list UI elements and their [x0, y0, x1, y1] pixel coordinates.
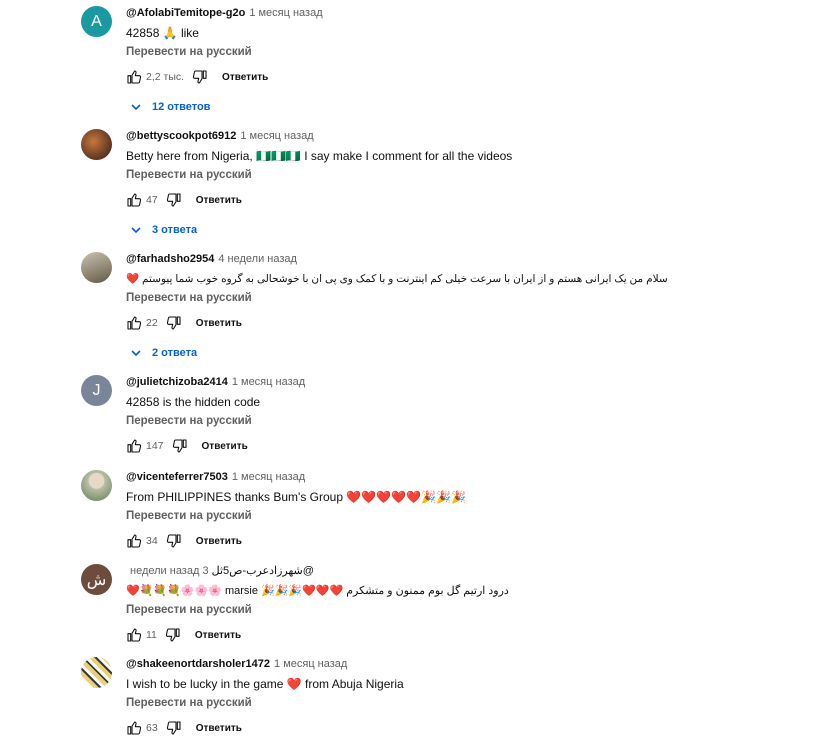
reply-button[interactable]: Ответить — [195, 630, 241, 641]
thumb-up-icon[interactable] — [126, 533, 142, 549]
like-count: 34 — [146, 535, 158, 547]
comment-time[interactable]: 1 месяц назад — [232, 471, 305, 483]
comment-text: سلام من یک ایرانی هستم و از ایران با سرع… — [126, 273, 668, 285]
comment-author[interactable]: @AfolabiTemitope-g2o — [126, 7, 245, 19]
translate-link[interactable]: Перевести на русский — [126, 696, 801, 710]
translate-link[interactable]: Перевести на русский — [126, 291, 801, 305]
reply-button[interactable]: Ответить — [196, 723, 242, 734]
avatar-letter: J — [92, 381, 101, 399]
thumb-down-icon[interactable] — [192, 69, 208, 85]
chevron-down-icon — [130, 224, 142, 236]
reply-button[interactable]: Ответить — [196, 536, 242, 547]
thumb-up-icon[interactable] — [126, 627, 142, 643]
like-count: 2,2 тыс. — [146, 71, 185, 83]
reply-button[interactable]: Ответить — [196, 195, 242, 206]
thumb-down-icon[interactable] — [165, 627, 181, 643]
thumb-down-icon[interactable] — [166, 720, 182, 736]
comment-time[interactable]: 1 месяц назад — [232, 376, 305, 388]
comment-time[interactable]: 4 недели назад — [218, 253, 297, 265]
reply-button[interactable]: Ответить — [196, 318, 242, 329]
comment-text: From PHILIPPINES thanks Bum's Group ❤️❤️… — [126, 490, 466, 504]
like-count: 11 — [146, 629, 157, 641]
comment-text: I wish to be lucky in the game ❤️ from A… — [126, 677, 404, 691]
avatar-letter: A — [91, 12, 102, 30]
reply-button[interactable]: Ответить — [222, 72, 268, 83]
comment-text: 42858 🙏 like — [126, 26, 199, 40]
avatar[interactable] — [81, 470, 112, 501]
replies-toggle[interactable]: 2 ответа — [130, 347, 801, 359]
replies-count: 12 ответов — [152, 101, 211, 113]
like-count: 147 — [146, 440, 164, 452]
like-count: 22 — [146, 317, 158, 329]
comment-author[interactable]: @bettyscookpot6912 — [126, 130, 236, 142]
thumb-up-icon[interactable] — [126, 69, 142, 85]
translate-link[interactable]: Перевести на русский — [126, 414, 801, 428]
replies-toggle[interactable]: 12 ответов — [130, 101, 801, 113]
avatar[interactable]: A — [81, 6, 112, 37]
avatar[interactable]: J — [81, 375, 112, 406]
comment-time[interactable]: 3 недели назад — [130, 565, 209, 577]
thumb-down-icon[interactable] — [166, 192, 182, 208]
comment-author[interactable]: @julietchizoba2414 — [126, 376, 228, 388]
thumb-up-icon[interactable] — [126, 720, 142, 736]
replies-count: 3 ответа — [152, 224, 198, 236]
thumb-down-icon[interactable] — [166, 533, 182, 549]
comment-author[interactable]: @farhadsho2954 — [126, 253, 214, 265]
chevron-down-icon — [130, 347, 142, 359]
like-count: 63 — [146, 722, 158, 734]
replies-count: 2 ответа — [152, 347, 198, 359]
translate-link[interactable]: Перевести на русский — [126, 603, 801, 617]
reply-button[interactable]: Ответить — [202, 441, 248, 452]
translate-link[interactable]: Перевести на русский — [126, 168, 801, 182]
comment-text: Betty here from Nigeria, 🇳🇬🇳🇬🇳🇬 I say ma… — [126, 149, 513, 163]
avatar-letter: ش — [86, 571, 107, 589]
thumb-up-icon[interactable] — [126, 438, 142, 454]
chevron-down-icon — [130, 101, 142, 113]
thumb-down-icon[interactable] — [166, 315, 182, 331]
avatar[interactable] — [81, 129, 112, 160]
comment-time[interactable]: 1 месяц назад — [249, 7, 322, 19]
avatar[interactable] — [81, 252, 112, 283]
comment-time[interactable]: 1 месяц назад — [240, 130, 313, 142]
like-count: 47 — [146, 194, 158, 206]
translate-link[interactable]: Перевести на русский — [126, 509, 801, 523]
avatar[interactable]: ش — [81, 564, 112, 595]
comment-author[interactable]: @shakeenortdarsholer1472 — [126, 658, 270, 670]
comment-author[interactable]: @شهرزادعرب-ص5ثل — [212, 565, 314, 577]
replies-toggle[interactable]: 3 ответа — [130, 224, 801, 236]
thumb-down-icon[interactable] — [172, 438, 188, 454]
comment-text: 42858 is the hidden code — [126, 395, 261, 409]
comment-author[interactable]: @vicenteferrer7503 — [126, 471, 228, 483]
avatar[interactable] — [81, 657, 112, 688]
thumb-up-icon[interactable] — [126, 315, 142, 331]
thumb-up-icon[interactable] — [126, 192, 142, 208]
comment-time[interactable]: 1 месяц назад — [274, 658, 347, 670]
comment-text: درود ارتیم گل بوم ممنون و متشکرم ❤️❤️❤️🎉… — [126, 585, 509, 597]
translate-link[interactable]: Перевести на русский — [126, 45, 801, 59]
